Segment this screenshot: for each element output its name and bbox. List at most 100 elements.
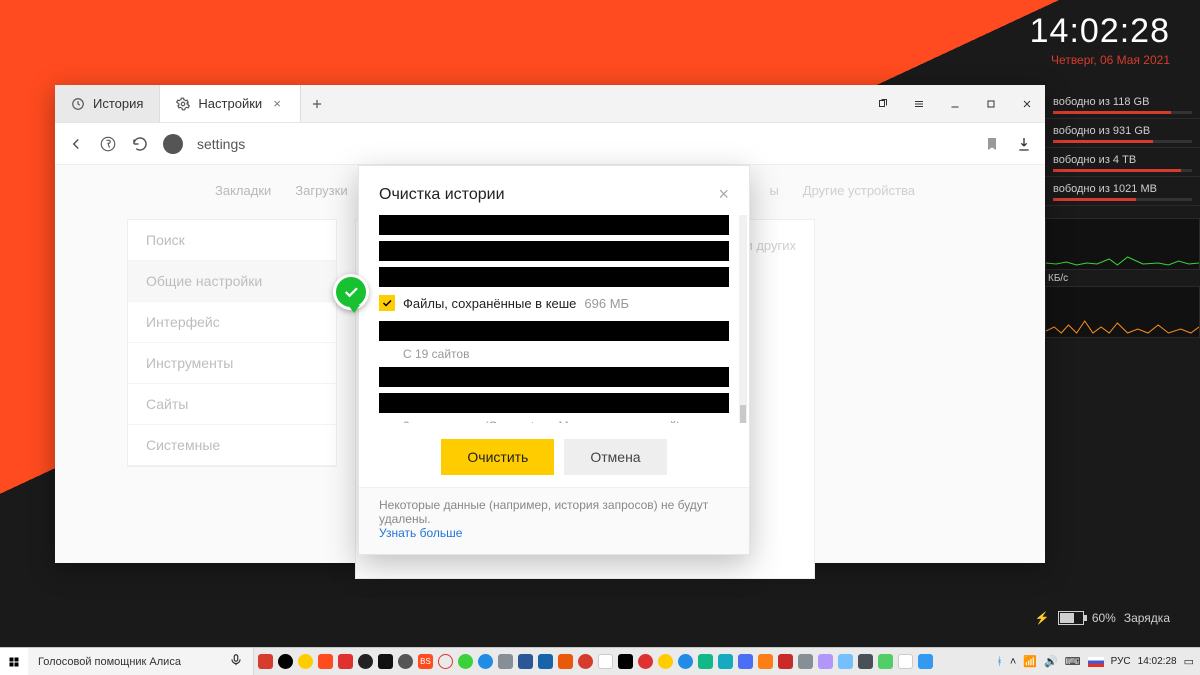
- cancel-button[interactable]: Отмена: [564, 439, 666, 475]
- tabstrip: История Настройки ×: [55, 85, 1045, 123]
- sidebar-item-general[interactable]: Общие настройки: [128, 261, 336, 302]
- downloads-icon[interactable]: [1015, 135, 1033, 153]
- modal-close-button[interactable]: ×: [718, 184, 729, 205]
- app-icon[interactable]: [498, 654, 513, 669]
- bookmark-icon[interactable]: [983, 135, 1001, 153]
- app-icon[interactable]: [258, 654, 273, 669]
- start-button[interactable]: [0, 648, 28, 675]
- maximize-button[interactable]: [973, 85, 1009, 122]
- taskbar-pinned-apps[interactable]: BS: [254, 654, 937, 669]
- tab-close-button[interactable]: ×: [270, 96, 284, 111]
- lang-flag-icon[interactable]: [1088, 657, 1104, 667]
- net-chart: КБ/с: [1045, 286, 1200, 338]
- topnav-downloads[interactable]: Загрузки: [295, 183, 347, 198]
- app-icon[interactable]: [798, 654, 813, 669]
- sidebar-item-search[interactable]: Поиск: [128, 220, 336, 261]
- app-icon[interactable]: [758, 654, 773, 669]
- sidebar-item-tools[interactable]: Инструменты: [128, 343, 336, 384]
- tray-time[interactable]: 14:02:28: [1138, 656, 1177, 667]
- action-center-icon[interactable]: ▭: [1184, 655, 1194, 668]
- taskbar[interactable]: Голосовой помощник Алиса BS: [0, 647, 1200, 675]
- topnav-right1[interactable]: ы: [769, 183, 778, 198]
- app-icon[interactable]: [858, 654, 873, 669]
- app-icon[interactable]: [738, 654, 753, 669]
- app-icon[interactable]: [698, 654, 713, 669]
- sidebar-item-interface[interactable]: Интерфейс: [128, 302, 336, 343]
- keyboard-icon[interactable]: ⌨: [1065, 655, 1081, 668]
- cache-label: Файлы, сохранённые в кеше: [403, 296, 576, 311]
- minimize-button[interactable]: [937, 85, 973, 122]
- tabs-overview-button[interactable]: [865, 85, 901, 122]
- yandex-icon[interactable]: [99, 135, 117, 153]
- app-icon[interactable]: [838, 654, 853, 669]
- app-icon[interactable]: [478, 654, 493, 669]
- app-icon[interactable]: [598, 654, 613, 669]
- modal-scrollbar[interactable]: [739, 215, 747, 423]
- browser-window: История Настройки ×: [55, 85, 1045, 563]
- app-icon[interactable]: [778, 654, 793, 669]
- system-tray[interactable]: ᚼ ˄ 📶 🔊 ⌨ РУС 14:02:28 ▭: [996, 655, 1200, 668]
- wifi-icon[interactable]: 📶: [1023, 655, 1037, 668]
- cache-size: 696 МБ: [584, 296, 629, 311]
- taskbar-assistant[interactable]: Голосовой помощник Алиса: [28, 648, 254, 675]
- lang-label[interactable]: РУС: [1111, 656, 1131, 667]
- bluetooth-icon[interactable]: ᚼ: [996, 656, 1003, 668]
- app-icon[interactable]: [458, 654, 473, 669]
- tray-chevron-up-icon[interactable]: ˄: [1010, 656, 1016, 668]
- cache-option-row[interactable]: Файлы, сохранённые в кеше 696 МБ: [379, 293, 729, 315]
- close-window-button[interactable]: [1009, 85, 1045, 122]
- app-icon[interactable]: [378, 654, 393, 669]
- app-icon[interactable]: [358, 654, 373, 669]
- cache-checkbox[interactable]: [379, 295, 395, 311]
- new-tab-button[interactable]: [301, 85, 333, 122]
- disk-row: вободно из 931 GB: [1045, 119, 1200, 148]
- app-icon[interactable]: [878, 654, 893, 669]
- clock-time: 14:02:28: [1030, 12, 1170, 51]
- topnav-bookmarks[interactable]: Закладки: [215, 183, 271, 198]
- app-icon[interactable]: [678, 654, 693, 669]
- apps-hint: 2 приложения (Opera store, Магазин прило…: [379, 419, 729, 423]
- back-button[interactable]: [67, 135, 85, 153]
- gear-icon: [176, 97, 190, 111]
- sidebar-item-system[interactable]: Системные: [128, 425, 336, 466]
- app-icon[interactable]: [278, 654, 293, 669]
- learn-more-link[interactable]: Узнать больше: [379, 526, 462, 540]
- app-icon[interactable]: [338, 654, 353, 669]
- modal-options-list[interactable]: Файлы, сохранённые в кеше 696 МБ С 19 са…: [379, 215, 743, 423]
- app-icon[interactable]: [898, 654, 913, 669]
- app-icon[interactable]: [398, 654, 413, 669]
- app-icon[interactable]: [918, 654, 933, 669]
- app-icon[interactable]: [298, 654, 313, 669]
- app-icon[interactable]: [558, 654, 573, 669]
- settings-content: Закладки Загрузки ы Другие устройства По…: [55, 165, 1045, 563]
- app-icon[interactable]: [638, 654, 653, 669]
- mic-icon[interactable]: [229, 653, 243, 670]
- volume-icon[interactable]: 🔊: [1044, 655, 1058, 668]
- modal-scroll-thumb[interactable]: [740, 405, 746, 423]
- disk-widgets: вободно из 118 GB вободно из 931 GB вобо…: [1045, 90, 1200, 338]
- app-icon[interactable]: [658, 654, 673, 669]
- redacted-row: [379, 393, 729, 413]
- site-info-icon[interactable]: [163, 134, 183, 154]
- battery-state: Зарядка: [1124, 611, 1170, 625]
- app-icon[interactable]: [818, 654, 833, 669]
- app-icon[interactable]: [518, 654, 533, 669]
- reload-button[interactable]: [131, 135, 149, 153]
- tab-settings[interactable]: Настройки ×: [160, 85, 301, 122]
- app-icon[interactable]: [538, 654, 553, 669]
- sidebar-item-sites[interactable]: Сайты: [128, 384, 336, 425]
- redacted-row: [379, 321, 729, 341]
- menu-button[interactable]: [901, 85, 937, 122]
- app-icon[interactable]: [578, 654, 593, 669]
- topnav-devices[interactable]: Другие устройства: [803, 183, 915, 198]
- tab-history[interactable]: История: [55, 85, 160, 122]
- tab-label: История: [93, 96, 143, 111]
- desktop-clock-widget: 14:02:28 Четверг, 06 Мая 2021: [1030, 12, 1170, 67]
- clear-button[interactable]: Очистить: [441, 439, 554, 475]
- app-icon[interactable]: [618, 654, 633, 669]
- app-icon[interactable]: [718, 654, 733, 669]
- app-icon[interactable]: [318, 654, 333, 669]
- url-field[interactable]: settings: [197, 136, 245, 152]
- app-icon[interactable]: BS: [418, 654, 433, 669]
- app-icon[interactable]: [438, 654, 453, 669]
